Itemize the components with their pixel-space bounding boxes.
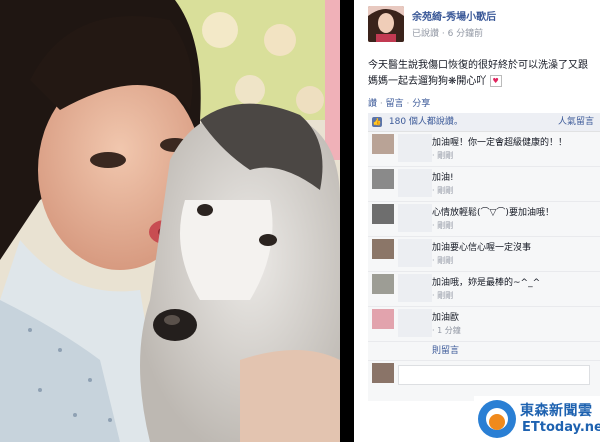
post-actions: 讚 · 留言 · 分享 (368, 96, 430, 109)
avatar-image (368, 6, 404, 42)
commenter-name-redacted[interactable] (398, 134, 432, 162)
likes-summary: 👍 180 個人都說讚。 人氣留言 (368, 113, 600, 132)
comment-item: 加油! · 剛剛 (368, 167, 600, 202)
facebook-post: 余苑綺-秀場小歌后 已說讚 · 6 分鐘前 今天醫生說我傷口恢復的很好終於可以洗… (354, 0, 600, 442)
commenter-name-redacted[interactable] (398, 239, 432, 267)
comment-item: 加油歐 · 1 分鐘 (368, 307, 600, 342)
commenter-avatar[interactable] (372, 309, 394, 329)
post-body: 今天醫生說我傷口恢復的很好終於可以洗澡了又跟媽媽一起去遛狗狗❋開心吖 (368, 60, 588, 87)
commenter-name-redacted[interactable] (398, 309, 432, 337)
watermark-english: ETtoday.net (522, 420, 600, 435)
sort-comments-link[interactable]: 人氣留言 (558, 113, 594, 131)
commenter-avatar[interactable] (372, 169, 394, 189)
commenter-avatar[interactable] (372, 239, 394, 259)
comment-item: 加油要心信心喔一定沒事 · 剛剛 (368, 237, 600, 272)
view-more-comments-link[interactable]: 則留言 (368, 342, 600, 361)
viewer-avatar (372, 363, 394, 383)
comment-time[interactable]: · 剛剛 (432, 255, 453, 266)
post-header: 余苑綺-秀場小歌后 已說讚 · 6 分鐘前 (368, 6, 496, 42)
watermark-chinese: 東森新聞雲 (520, 403, 593, 419)
commenter-avatar[interactable] (372, 204, 394, 224)
selfie-photo (0, 0, 340, 442)
author-avatar[interactable] (368, 6, 404, 42)
comment-input[interactable] (398, 365, 590, 385)
comment-item: 加油哦，妳是最棒的~^_^ · 剛剛 (368, 272, 600, 307)
frame-divider (340, 0, 354, 442)
heart-icon: ♥ (489, 75, 502, 87)
photo-illustration (0, 0, 340, 442)
author-name[interactable]: 余苑綺-秀場小歌后 (412, 8, 496, 23)
commenter-name-redacted[interactable] (398, 169, 432, 197)
ettoday-watermark: 東森新聞雲 ETtoday.net (474, 396, 600, 442)
share-link[interactable]: 分享 (412, 99, 430, 109)
likes-count[interactable]: 180 個人都說讚。 (389, 117, 463, 127)
comment-text: 加油哦，妳是最棒的~^_^ (432, 278, 541, 288)
logo-dot (489, 414, 505, 430)
post-timestamp[interactable]: 已說讚 · 6 分鐘前 (412, 26, 496, 39)
comment-time[interactable]: · 剛剛 (432, 185, 453, 196)
comment-text: 心情放輕鬆(⌒▽⌒)要加油哦！ (432, 208, 554, 218)
comment-time[interactable]: · 剛剛 (432, 220, 453, 231)
comment-time[interactable]: · 剛剛 (432, 290, 453, 301)
commenter-avatar[interactable] (372, 274, 394, 294)
thumbs-up-icon: 👍 (372, 116, 382, 127)
comment-text: 加油歐 (432, 313, 460, 323)
comment-text: 加油! (432, 173, 454, 183)
comment-item: 心情放輕鬆(⌒▽⌒)要加油哦！ · 剛剛 (368, 202, 600, 237)
like-link[interactable]: 讚 (368, 99, 377, 109)
post-text: 今天醫生說我傷口恢復的很好終於可以洗澡了又跟媽媽一起去遛狗狗❋開心吖 ♥ (368, 58, 594, 90)
comment-text: 加油喔！你一定會超級健康的！！ (432, 138, 568, 148)
commenter-name-redacted[interactable] (398, 204, 432, 232)
comment-text: 加油要心信心喔一定沒事 (432, 243, 532, 253)
comment-composer (368, 361, 600, 401)
commenter-avatar[interactable] (372, 134, 394, 154)
comment-time[interactable]: · 剛剛 (432, 150, 453, 161)
comment-link[interactable]: 留言 (386, 99, 404, 109)
comment-item: 加油喔！你一定會超級健康的！！ · 剛剛 (368, 132, 600, 167)
commenter-name-redacted[interactable] (398, 274, 432, 302)
comment-time[interactable]: · 1 分鐘 (432, 325, 461, 336)
comment-list: 加油喔！你一定會超級健康的！！ · 剛剛 加油! · 剛剛 心情放輕鬆(⌒▽⌒)… (368, 132, 600, 401)
